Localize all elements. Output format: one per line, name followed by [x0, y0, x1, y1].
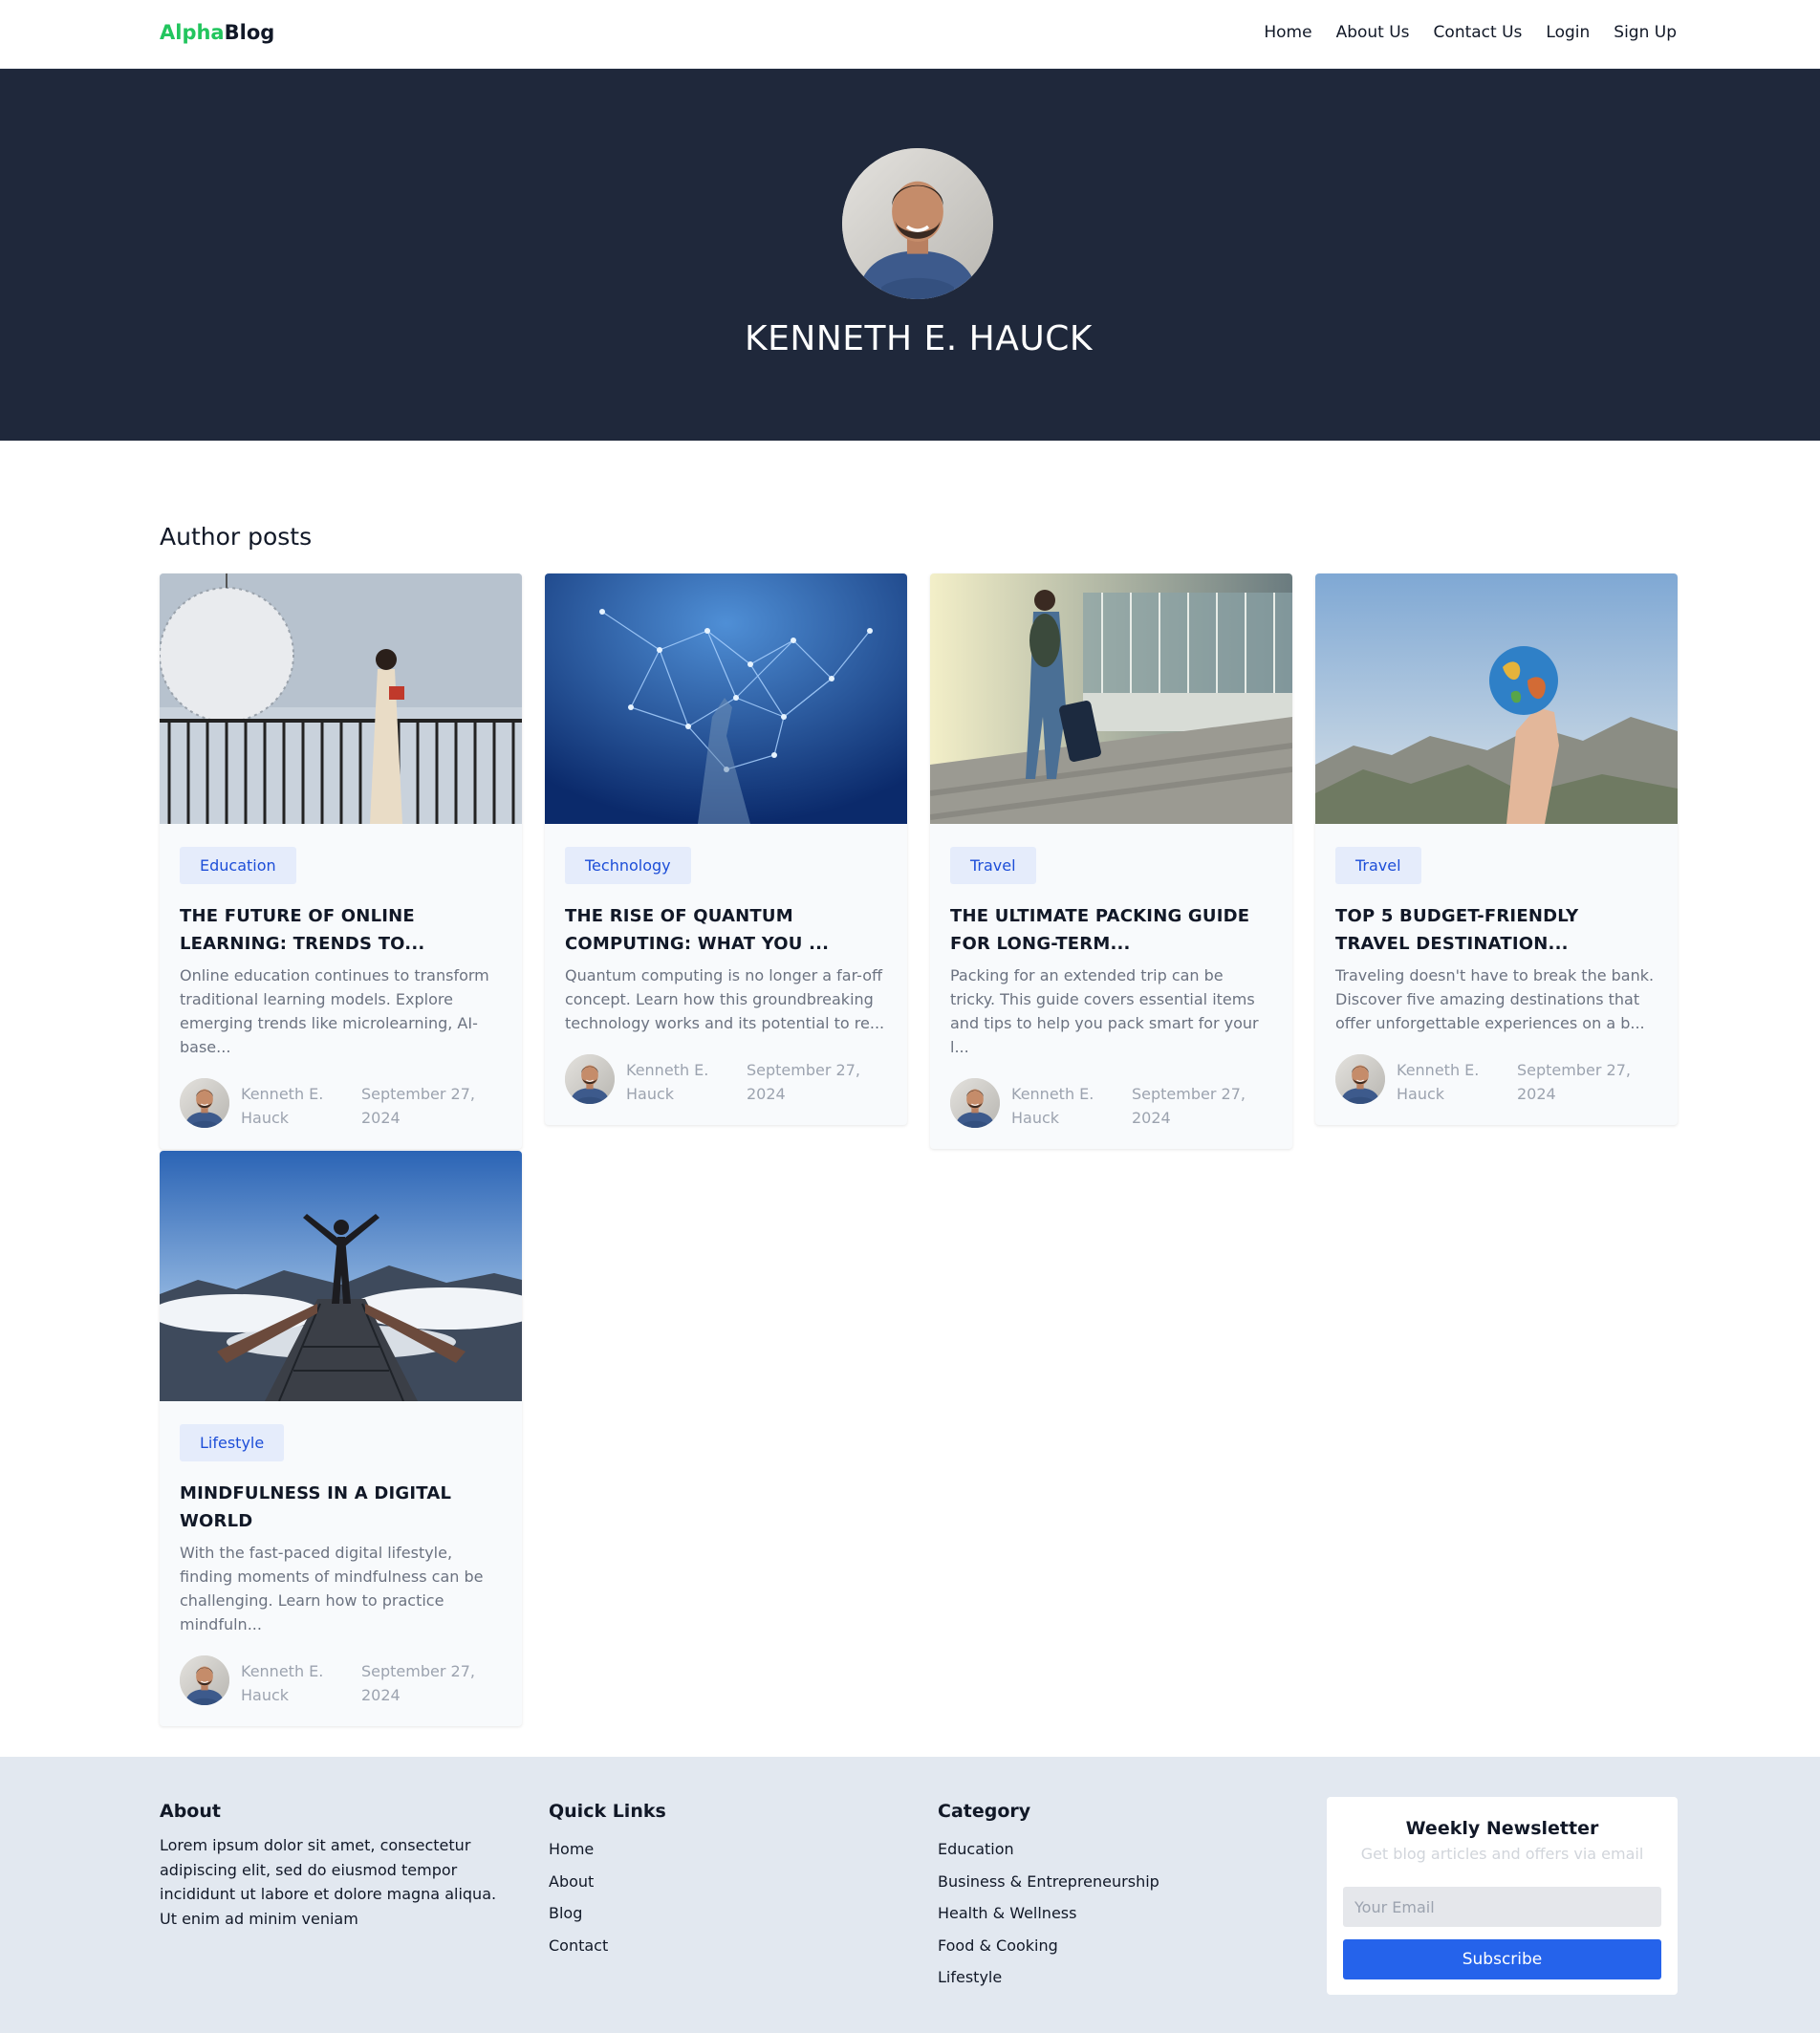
post-title[interactable]: MINDFULNESS IN A DIGITAL WORLD [180, 1480, 502, 1535]
post-author: Kenneth E. Hauck [241, 1085, 324, 1127]
post-date: September 27, 2024 [361, 1662, 475, 1704]
newsletter-subtext: Get blog articles and offers via email [1360, 1845, 1644, 1863]
nav-links: Home About Us Contact Us Login Sign Up [1264, 23, 1677, 42]
author-avatar [565, 1054, 615, 1104]
post-author: Kenneth E. Hauck [1397, 1061, 1480, 1103]
post-date: September 27, 2024 [361, 1085, 475, 1127]
newsletter-email-input[interactable] [1343, 1887, 1661, 1927]
footer-category: Category Education Business & Entreprene… [938, 1801, 1159, 1994]
nav-home-link[interactable]: Home [1264, 23, 1311, 42]
author-avatar [842, 148, 993, 299]
post-author: Kenneth E. Hauck [626, 1061, 709, 1103]
author-hero: KENNETH E. HAUCK [0, 69, 1820, 441]
footer-category-lifestyle[interactable]: Lifestyle [938, 1961, 1159, 1994]
post-date: September 27, 2024 [1517, 1061, 1631, 1103]
post-card[interactable]: Travel TOP 5 BUDGET-FRIENDLY TRAVEL DEST… [1315, 573, 1678, 1125]
footer-quick-links: Quick Links Home About Blog Contact [549, 1801, 666, 1961]
footer-link-contact[interactable]: Contact [549, 1930, 666, 1962]
footer-about: About Lorem ipsum dolor sit amet, consec… [160, 1801, 504, 1931]
post-author: Kenneth E. Hauck [241, 1662, 324, 1704]
category-badge[interactable]: Education [180, 847, 296, 884]
post-author: Kenneth E. Hauck [1011, 1085, 1094, 1127]
post-thumbnail [545, 573, 907, 824]
site-logo[interactable]: AlphaBlog [160, 21, 274, 44]
section-title: Author posts [160, 523, 313, 551]
category-badge[interactable]: Travel [1335, 847, 1421, 884]
post-title[interactable]: THE RISE OF QUANTUM COMPUTING: WHAT YOU … [565, 902, 887, 958]
post-excerpt: Traveling doesn't have to break the bank… [1335, 966, 1655, 1032]
category-badge[interactable]: Travel [950, 847, 1036, 884]
post-title[interactable]: THE FUTURE OF ONLINE LEARNING: TRENDS TO… [180, 902, 502, 958]
footer: About Lorem ipsum dolor sit amet, consec… [0, 1757, 1820, 2033]
post-title[interactable]: TOP 5 BUDGET-FRIENDLY TRAVEL DESTINATION… [1335, 902, 1658, 958]
post-card[interactable]: Lifestyle MINDFULNESS IN A DIGITAL WORLD… [160, 1151, 522, 1726]
subscribe-button[interactable]: Subscribe [1343, 1939, 1661, 1979]
post-excerpt: With the fast-paced digital lifestyle, f… [180, 1544, 484, 1633]
nav-login-link[interactable]: Login [1546, 23, 1590, 42]
footer-category-heading: Category [938, 1801, 1031, 1822]
post-thumbnail [160, 1151, 522, 1401]
footer-about-heading: About [160, 1801, 221, 1822]
footer-category-food[interactable]: Food & Cooking [938, 1930, 1159, 1962]
category-badge[interactable]: Technology [565, 847, 691, 884]
post-excerpt: Quantum computing is no longer a far-off… [565, 966, 885, 1032]
post-excerpt: Packing for an extended trip can be tric… [950, 966, 1259, 1056]
newsletter-heading: Weekly Newsletter [1405, 1818, 1599, 1839]
footer-link-home[interactable]: Home [549, 1833, 666, 1866]
post-thumbnail [160, 573, 522, 824]
post-meta: Kenneth E. Hauck September 27, 2024 [1335, 1054, 1658, 1106]
footer-category-education[interactable]: Education [938, 1833, 1159, 1866]
logo-part-alpha: Alpha [160, 21, 225, 44]
footer-link-blog[interactable]: Blog [549, 1897, 666, 1930]
nav-contact-link[interactable]: Contact Us [1434, 23, 1523, 42]
post-card[interactable]: Technology THE RISE OF QUANTUM COMPUTING… [545, 573, 907, 1125]
post-meta: Kenneth E. Hauck September 27, 2024 [950, 1078, 1272, 1130]
footer-link-about[interactable]: About [549, 1866, 666, 1898]
author-avatar [180, 1655, 229, 1705]
author-avatar [950, 1078, 1000, 1128]
newsletter-box: Weekly Newsletter Get blog articles and … [1327, 1797, 1678, 1995]
post-thumbnail [930, 573, 1292, 824]
post-excerpt: Online education continues to transform … [180, 966, 489, 1056]
author-avatar [180, 1078, 229, 1128]
logo-part-blog: Blog [224, 21, 275, 44]
footer-quick-links-heading: Quick Links [549, 1801, 666, 1822]
author-name: KENNETH E. HAUCK [745, 319, 1093, 358]
post-meta: Kenneth E. Hauck September 27, 2024 [180, 1655, 502, 1707]
nav-signup-link[interactable]: Sign Up [1614, 23, 1677, 42]
nav-about-link[interactable]: About Us [1336, 23, 1410, 42]
footer-category-health[interactable]: Health & Wellness [938, 1897, 1159, 1930]
author-avatar [1335, 1054, 1385, 1104]
post-card[interactable]: Travel THE ULTIMATE PACKING GUIDE FOR LO… [930, 573, 1292, 1149]
post-card[interactable]: Education THE FUTURE OF ONLINE LEARNING:… [160, 573, 522, 1149]
footer-about-text: Lorem ipsum dolor sit amet, consectetur … [160, 1836, 497, 1928]
post-date: September 27, 2024 [747, 1061, 860, 1103]
category-badge[interactable]: Lifestyle [180, 1424, 285, 1461]
post-meta: Kenneth E. Hauck September 27, 2024 [565, 1054, 887, 1106]
post-date: September 27, 2024 [1132, 1085, 1246, 1127]
post-title[interactable]: THE ULTIMATE PACKING GUIDE FOR LONG-TERM… [950, 902, 1272, 958]
top-navbar: AlphaBlog Home About Us Contact Us Login… [0, 0, 1820, 69]
post-thumbnail [1315, 573, 1678, 824]
post-meta: Kenneth E. Hauck September 27, 2024 [180, 1078, 502, 1130]
footer-category-business[interactable]: Business & Entrepreneurship [938, 1866, 1159, 1898]
